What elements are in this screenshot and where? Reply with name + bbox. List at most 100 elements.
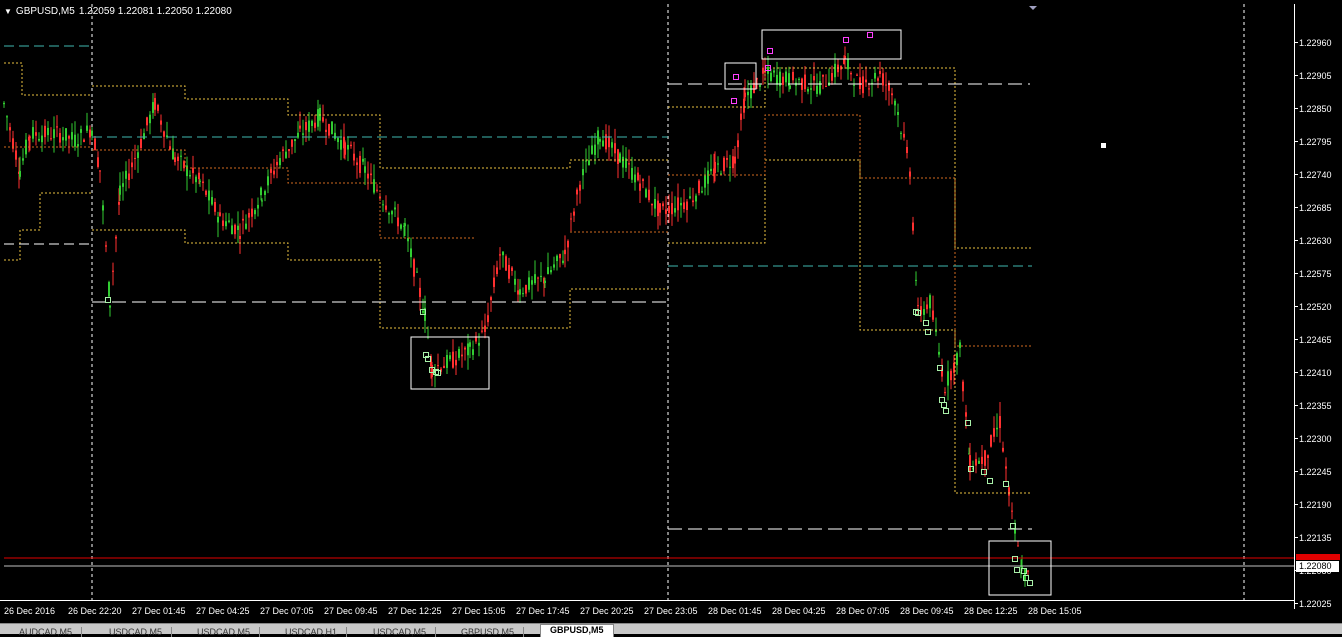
candle-body bbox=[505, 256, 507, 271]
candle-body bbox=[847, 58, 849, 70]
price-chart-plot[interactable] bbox=[0, 0, 1294, 600]
candle-body bbox=[282, 149, 284, 151]
candle-body bbox=[856, 74, 858, 76]
signal-marker-low bbox=[1012, 556, 1018, 562]
candle-body bbox=[337, 138, 339, 143]
candle-body bbox=[267, 176, 269, 186]
candle-body bbox=[344, 142, 346, 155]
candle-body bbox=[174, 157, 176, 162]
candle-body bbox=[29, 136, 31, 138]
red-level-price-box bbox=[1296, 554, 1340, 560]
candle-body bbox=[668, 206, 670, 214]
candle-body bbox=[47, 127, 49, 136]
time-label: 28 Dec 04:25 bbox=[772, 606, 826, 616]
highlight-rectangle bbox=[410, 336, 490, 390]
candle-body bbox=[525, 284, 527, 294]
price-tick bbox=[1294, 108, 1298, 109]
signal-marker-low bbox=[943, 408, 949, 414]
candle-body bbox=[508, 264, 510, 279]
candle-body bbox=[19, 171, 21, 177]
price-tick bbox=[1294, 240, 1298, 241]
candle-body bbox=[359, 155, 361, 173]
time-label: 27 Dec 20:25 bbox=[580, 606, 634, 616]
candle-body bbox=[534, 274, 536, 284]
candle-body bbox=[877, 78, 879, 81]
signal-marker-low bbox=[981, 469, 987, 475]
candle-body bbox=[996, 427, 998, 430]
time-label: 26 Dec 22:20 bbox=[68, 606, 122, 616]
candle-body bbox=[422, 310, 424, 313]
price-tick bbox=[1294, 174, 1298, 175]
candle-body bbox=[496, 267, 498, 275]
candle-body bbox=[938, 351, 940, 355]
support-resistance-level bbox=[4, 62, 92, 96]
candle-body bbox=[544, 280, 546, 283]
chart-tab-usdcad-m5[interactable]: USDCAD,M5 bbox=[100, 627, 173, 637]
candle-body bbox=[1005, 466, 1007, 469]
candle-body bbox=[458, 349, 460, 358]
candle-body bbox=[65, 128, 67, 141]
price-label: 1.22575 bbox=[1299, 269, 1332, 279]
candle-body bbox=[367, 173, 369, 179]
time-label: 27 Dec 01:45 bbox=[132, 606, 186, 616]
candle-body bbox=[228, 220, 230, 222]
candle-body bbox=[192, 167, 194, 174]
candle-body bbox=[689, 196, 691, 199]
candle-body bbox=[97, 157, 99, 167]
chart-tab-audcad-m5[interactable]: AUDCAD,M5 bbox=[10, 627, 83, 637]
candle-body bbox=[981, 456, 983, 465]
chart-tab-usdcad-h1[interactable]: USDCAD,H1 bbox=[276, 627, 348, 637]
chart-tab-usdcad-m5[interactable]: USDCAD,M5 bbox=[188, 627, 261, 637]
candle-body bbox=[648, 189, 650, 201]
candle-body bbox=[102, 205, 104, 211]
candle-body bbox=[597, 130, 599, 145]
time-label: 28 Dec 09:45 bbox=[900, 606, 954, 616]
candle-body bbox=[487, 315, 489, 323]
candle-body bbox=[186, 165, 188, 177]
candle-body bbox=[588, 160, 590, 166]
candle-body bbox=[108, 281, 110, 297]
candle-body bbox=[370, 173, 372, 176]
candle-body bbox=[353, 153, 355, 161]
candle-body bbox=[211, 197, 213, 205]
candle-body bbox=[472, 349, 474, 355]
candle-body bbox=[9, 127, 11, 131]
time-axis[interactable]: 26 Dec 2016 26 Dec 22:20 27 Dec 01:45 27 De… bbox=[0, 600, 1294, 619]
candle-body bbox=[118, 201, 120, 205]
candle-body bbox=[859, 77, 861, 90]
candle-body bbox=[550, 270, 552, 273]
candle-body bbox=[385, 205, 387, 210]
chart-tab-gbpusd-m5[interactable]: GBPUSD,M5 bbox=[540, 624, 614, 637]
candle-body bbox=[237, 225, 239, 231]
candle-body bbox=[622, 156, 624, 168]
candle-body bbox=[514, 278, 516, 285]
chart-tab-usdcad-m5[interactable]: USDCAD,M5 bbox=[364, 627, 437, 637]
candle-body bbox=[909, 171, 911, 177]
candle-body bbox=[83, 139, 85, 142]
candle-body bbox=[582, 169, 584, 176]
candle-body bbox=[94, 138, 96, 151]
collapse-triangle-icon[interactable]: ▼ bbox=[4, 7, 12, 16]
candle-body bbox=[302, 133, 304, 135]
price-axis[interactable]: 1.22960 1.22905 1.22850 1.22795 1.22740 1.226… bbox=[1294, 4, 1342, 609]
candle-body bbox=[152, 102, 154, 113]
candle-body bbox=[376, 189, 378, 191]
candle-body bbox=[947, 371, 949, 386]
chart-window[interactable]: ▼ GBPUSD,M5 1.22059 1.22081 1.22050 1.22… bbox=[0, 0, 1342, 637]
candle-body bbox=[340, 140, 342, 150]
candle-body bbox=[169, 146, 171, 150]
candle-body bbox=[804, 74, 806, 90]
candle-body bbox=[109, 305, 111, 308]
time-label: 27 Dec 17:45 bbox=[516, 606, 570, 616]
candle-body bbox=[537, 277, 539, 279]
candle-body bbox=[969, 455, 971, 473]
candle-body bbox=[639, 183, 641, 191]
candle-body bbox=[297, 132, 299, 138]
signal-marker-low bbox=[923, 320, 929, 326]
candle-body bbox=[591, 145, 593, 154]
candle-body bbox=[189, 175, 191, 177]
chart-tab-gbpusd-m5[interactable]: GBPUSD,M5 bbox=[452, 627, 525, 637]
candle-body bbox=[737, 140, 739, 148]
object-anchor-point[interactable] bbox=[1101, 143, 1106, 148]
candle-body bbox=[720, 173, 722, 175]
